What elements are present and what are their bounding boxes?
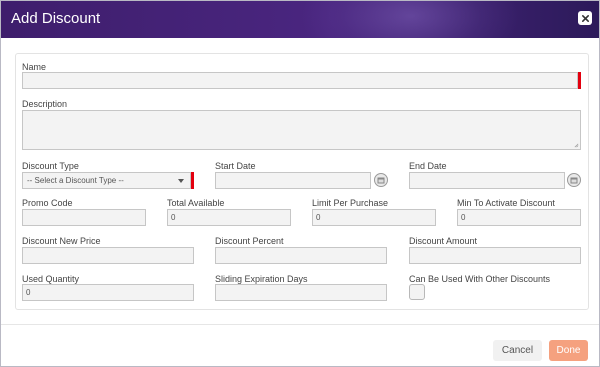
sliding-expiration-days-label: Sliding Expiration Days: [215, 274, 308, 284]
footer-divider: [1, 324, 599, 325]
combinable-label: Can Be Used With Other Discounts: [409, 274, 551, 284]
discount-type-select[interactable]: -- Select a Discount Type --: [22, 172, 191, 189]
close-icon: [581, 14, 589, 22]
name-input[interactable]: [22, 72, 578, 89]
cancel-button[interactable]: Cancel: [493, 340, 542, 361]
min-to-activate-input[interactable]: 0: [457, 209, 581, 226]
header-decoration: [301, 1, 521, 38]
discount-amount-label: Discount Amount: [409, 236, 478, 246]
start-date-input[interactable]: [215, 172, 371, 189]
discount-new-price-label: Discount New Price: [22, 236, 101, 246]
discount-percent-input[interactable]: [215, 247, 387, 264]
add-discount-dialog: Add Discount Name Description Discount T…: [0, 0, 600, 367]
discount-amount-input[interactable]: [409, 247, 581, 264]
total-available-label: Total Available: [167, 198, 225, 208]
close-button[interactable]: [578, 11, 592, 25]
end-date-input[interactable]: [409, 172, 565, 189]
description-textarea[interactable]: [22, 110, 581, 150]
discount-type-label: Discount Type: [22, 161, 79, 171]
required-marker: [578, 72, 581, 89]
discount-new-price-input[interactable]: [22, 247, 194, 264]
promo-code-input[interactable]: [22, 209, 146, 226]
name-label: Name: [22, 62, 47, 72]
limit-per-purchase-input[interactable]: 0: [312, 209, 436, 226]
start-date-calendar-button[interactable]: [374, 173, 388, 187]
sliding-expiration-days-input[interactable]: [215, 284, 387, 301]
dialog-header: Add Discount: [1, 1, 599, 38]
calendar-icon: [570, 177, 578, 184]
total-available-input[interactable]: 0: [167, 209, 291, 226]
calendar-icon: [377, 177, 385, 184]
start-date-label: Start Date: [215, 161, 256, 171]
dialog-title: Add Discount: [11, 10, 101, 27]
promo-code-label: Promo Code: [22, 198, 73, 208]
end-date-calendar-button[interactable]: [567, 173, 581, 187]
discount-type-selected: -- Select a Discount Type --: [27, 176, 124, 185]
end-date-label: End Date: [409, 161, 447, 171]
done-button[interactable]: Done: [549, 340, 588, 361]
discount-percent-label: Discount Percent: [215, 236, 284, 246]
required-marker: [191, 172, 194, 189]
min-to-activate-label: Min To Activate Discount: [457, 198, 555, 208]
limit-per-purchase-label: Limit Per Purchase: [312, 198, 389, 208]
used-quantity-label: Used Quantity: [22, 274, 80, 284]
combinable-checkbox[interactable]: [409, 284, 425, 300]
chevron-down-icon: [178, 179, 184, 183]
resize-handle-icon[interactable]: [574, 143, 579, 148]
used-quantity-input[interactable]: 0: [22, 284, 194, 301]
description-label: Description: [22, 99, 68, 109]
